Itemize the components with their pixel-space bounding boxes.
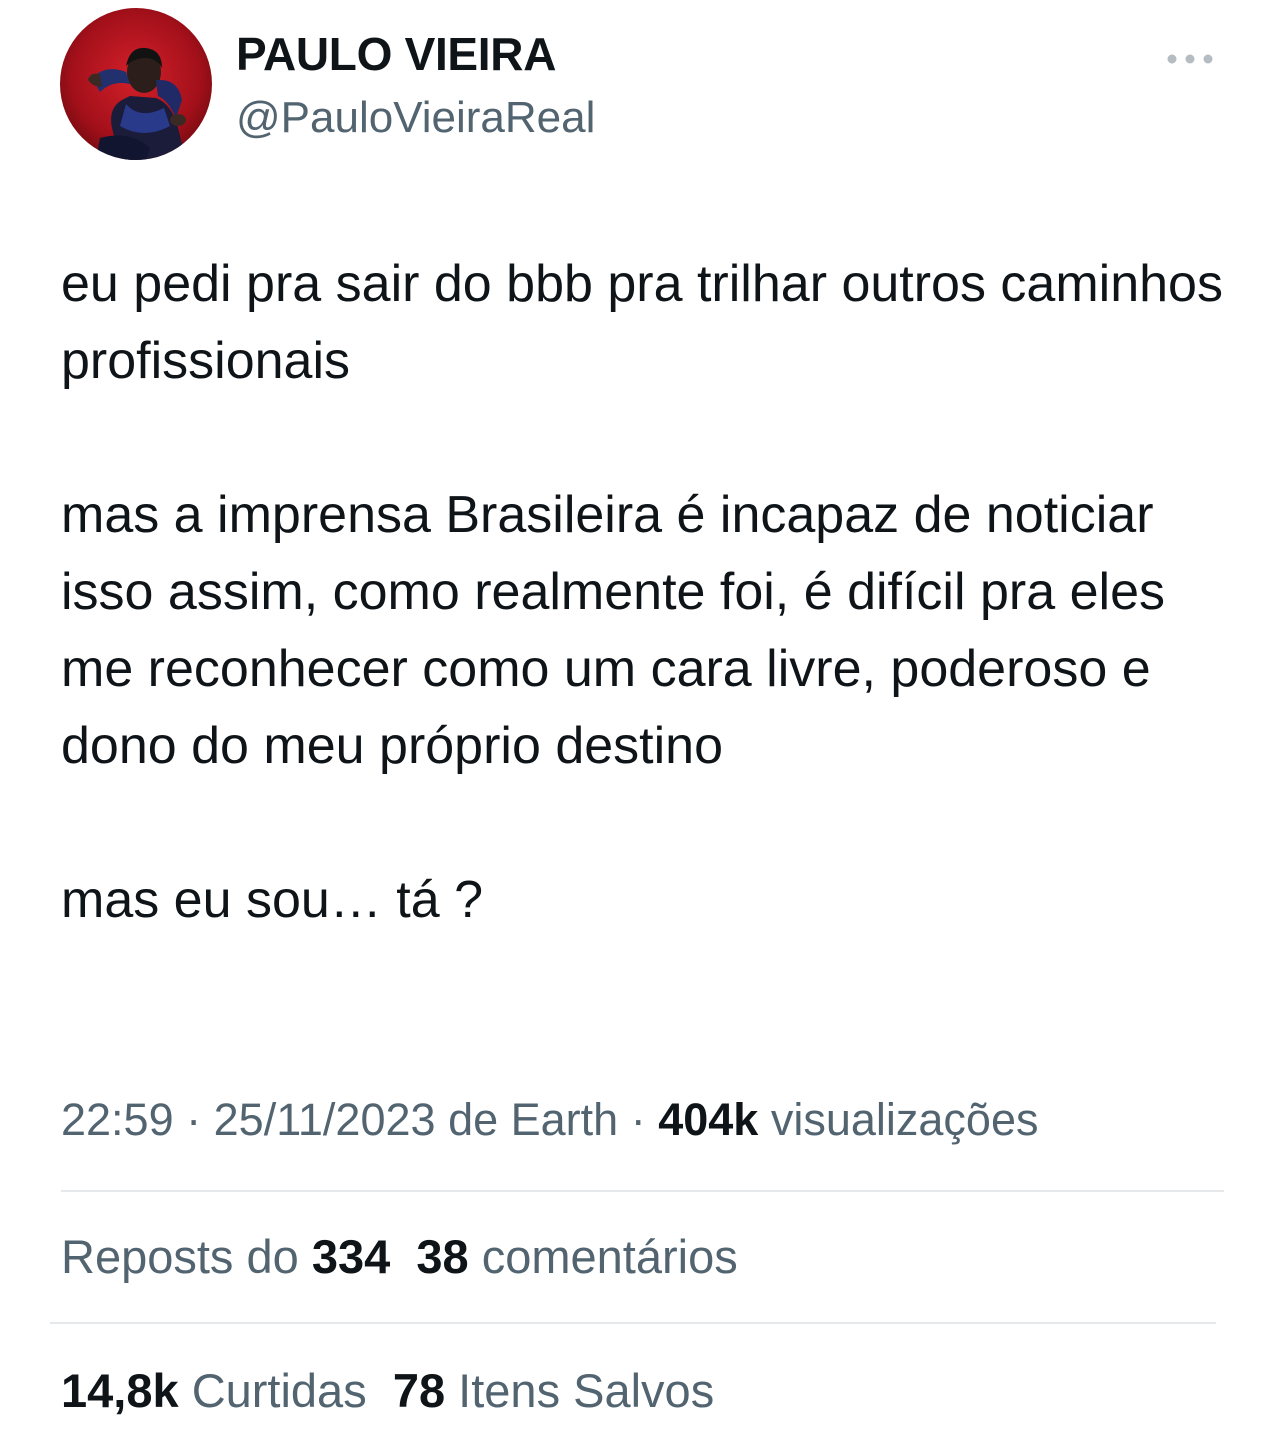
bookmarks-label: Itens Salvos bbox=[458, 1364, 715, 1417]
tweet-source: de Earth bbox=[448, 1094, 619, 1145]
tweet-header: PAULO VIEIRA @PauloVieiraReal bbox=[60, 8, 1244, 160]
tweet-meta: 22:59 · 25/11/2023 de Earth · 404k visua… bbox=[61, 1090, 1038, 1150]
tweet-paragraph: mas eu sou… tá ? bbox=[61, 871, 483, 929]
meta-separator: · bbox=[186, 1094, 202, 1145]
avatar[interactable] bbox=[60, 8, 212, 160]
divider bbox=[50, 1322, 1216, 1324]
tweet-paragraph: eu pedi pra sair do bbb pra trilhar outr… bbox=[61, 255, 1223, 390]
engagement-row-2: 14,8k Curtidas 78 Itens Salvos bbox=[61, 1360, 714, 1422]
views-count: 404k bbox=[658, 1094, 759, 1145]
tweet-paragraph: mas a imprensa Brasileira é incapaz de n… bbox=[61, 486, 1165, 775]
reposts-link[interactable]: Reposts do 334 bbox=[61, 1230, 390, 1283]
reposts-label: Reposts do bbox=[61, 1230, 299, 1283]
likes-count: 14,8k bbox=[61, 1364, 179, 1417]
avatar-image bbox=[60, 8, 212, 160]
comments-link[interactable]: 38 comentários bbox=[416, 1230, 737, 1283]
comments-count: 38 bbox=[416, 1230, 469, 1283]
tweet-date[interactable]: 25/11/2023 bbox=[214, 1094, 436, 1145]
more-horizontal-icon bbox=[1167, 54, 1213, 64]
engagement-row-1: Reposts do 334 38 comentários bbox=[61, 1226, 738, 1288]
bookmarks-count: 78 bbox=[392, 1364, 446, 1417]
comments-label: comentários bbox=[481, 1230, 738, 1283]
views-label: visualizações bbox=[770, 1094, 1039, 1145]
tweet-time[interactable]: 22:59 bbox=[61, 1094, 174, 1145]
author-handle[interactable]: @PauloVieiraReal bbox=[236, 90, 595, 146]
likes-link[interactable]: 14,8k Curtidas bbox=[61, 1364, 367, 1417]
tweet-text: eu pedi pra sair do bbb pra trilhar outr… bbox=[61, 246, 1231, 939]
meta-separator: · bbox=[630, 1094, 646, 1145]
more-options-button[interactable] bbox=[1160, 44, 1220, 74]
reposts-count: 334 bbox=[311, 1230, 391, 1283]
author-name[interactable]: PAULO VIEIRA bbox=[236, 26, 556, 82]
likes-label: Curtidas bbox=[191, 1364, 367, 1417]
divider bbox=[61, 1190, 1224, 1192]
bookmarks-link[interactable]: 78 Itens Salvos bbox=[393, 1364, 714, 1417]
